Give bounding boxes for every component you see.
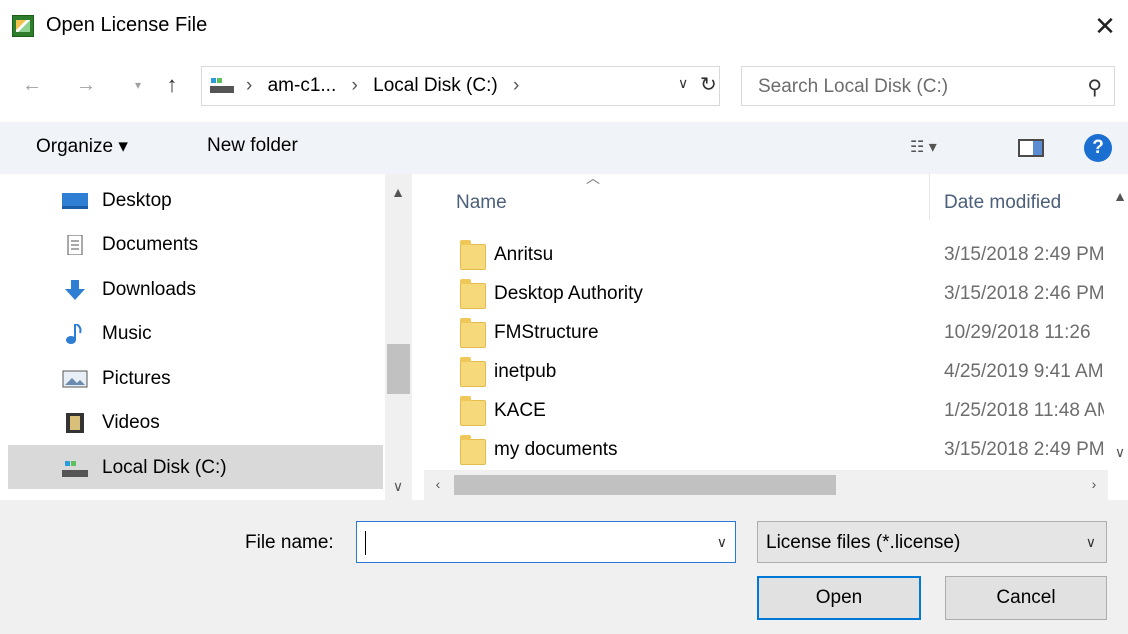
- file-list: ︿ Name Date modified Anritsu 3/15/2018 2…: [424, 170, 1128, 500]
- nav-scrollbar[interactable]: [385, 174, 412, 500]
- open-license-dialog: Open License File ✕ ← → ▾ ↑ › am-c1... ›…: [0, 0, 1128, 634]
- close-button[interactable]: ✕: [1090, 8, 1120, 44]
- file-name: inetpub: [494, 361, 557, 382]
- table-row[interactable]: Desktop Authority 3/15/2018 2:46 PM: [424, 277, 1104, 315]
- pictures-icon: [62, 370, 88, 388]
- horizontal-scrollbar-thumb[interactable]: [454, 475, 836, 495]
- forward-arrow-icon[interactable]: →: [74, 70, 98, 100]
- nav-item-videos[interactable]: Videos: [8, 400, 383, 444]
- nav-item-label: Music: [102, 323, 152, 344]
- navigation-row: ← → ▾ ↑ › am-c1... › Local Disk (C:) › ∨…: [0, 64, 1128, 110]
- title-bar: Open License File ✕: [0, 0, 1128, 52]
- open-button[interactable]: Open: [757, 576, 921, 620]
- file-name: KACE: [494, 400, 546, 421]
- column-header-date-modified[interactable]: Date modified: [944, 192, 1061, 214]
- file-date: 4/25/2019 9:41 AM: [944, 361, 1104, 382]
- nav-item-music[interactable]: Music: [8, 311, 383, 355]
- table-row[interactable]: FMStructure 10/29/2018 11:26: [424, 316, 1104, 354]
- file-date: 3/15/2018 2:46 PM: [944, 283, 1104, 304]
- file-type-value: License files (*.license): [766, 532, 961, 553]
- column-header-name[interactable]: Name: [456, 192, 507, 214]
- file-name: Desktop Authority: [494, 283, 643, 304]
- desktop-icon: [62, 193, 88, 209]
- nav-item-local-disk[interactable]: Local Disk (C:): [8, 445, 383, 489]
- drive-icon: [210, 78, 234, 93]
- file-name: FMStructure: [494, 322, 599, 343]
- address-dropdown-chevron-icon[interactable]: ∨: [678, 75, 688, 92]
- table-row[interactable]: my documents 3/15/2018 2:49 PM: [424, 433, 1104, 471]
- table-row[interactable]: inetpub 4/25/2019 9:41 AM: [424, 355, 1104, 393]
- file-name: my documents: [494, 439, 618, 460]
- app-icon: [12, 15, 34, 37]
- column-divider[interactable]: [929, 174, 930, 220]
- address-bar[interactable]: › am-c1... › Local Disk (C:) › ∨ ↻: [201, 66, 720, 106]
- file-date: 10/29/2018 11:26: [944, 322, 1091, 343]
- file-name-input[interactable]: ∨: [356, 521, 736, 563]
- file-list-horizontal-scrollbar[interactable]: ‹ ›: [424, 470, 1108, 500]
- folder-icon: [460, 318, 486, 348]
- navigation-pane: Desktop Documents Downloads Music Pictur…: [0, 174, 412, 500]
- recent-locations-chevron-icon[interactable]: ▾: [126, 70, 150, 100]
- new-folder-button[interactable]: New folder: [207, 135, 298, 157]
- nav-scrollbar-thumb[interactable]: [387, 344, 410, 394]
- dialog-footer: File name: ∨ License files (*.license) ∨…: [0, 500, 1128, 634]
- file-name-label: File name:: [245, 532, 334, 553]
- folder-icon: [460, 357, 486, 387]
- sort-ascending-icon: ︿: [586, 170, 600, 186]
- nav-item-documents[interactable]: Documents: [8, 222, 383, 266]
- nav-item-pictures[interactable]: Pictures: [8, 356, 383, 400]
- folder-icon: [460, 279, 486, 309]
- downloads-icon: [65, 280, 85, 300]
- file-date: 3/15/2018 2:49 PM: [944, 244, 1104, 265]
- file-list-vertical-scrollbar[interactable]: ▲ ∨: [1110, 174, 1128, 470]
- table-row[interactable]: KACE 1/25/2018 11:48 AM: [424, 394, 1104, 432]
- refresh-icon[interactable]: ↻: [700, 72, 717, 97]
- file-type-chevron-icon: ∨: [1085, 534, 1096, 550]
- file-name: Anritsu: [494, 244, 554, 265]
- scroll-up-icon[interactable]: ▲: [388, 184, 408, 200]
- nav-item-label: Pictures: [102, 368, 171, 389]
- text-caret: [365, 531, 366, 555]
- nav-item-label: Videos: [102, 412, 160, 433]
- table-row[interactable]: Anritsu 3/15/2018 2:49 PM: [424, 238, 1104, 276]
- search-input[interactable]: Search Local Disk (C:) ⚲: [741, 66, 1115, 106]
- file-name-dropdown-chevron-icon[interactable]: ∨: [717, 534, 727, 551]
- search-icon[interactable]: ⚲: [1087, 75, 1102, 100]
- nav-item-desktop[interactable]: Desktop: [8, 178, 383, 222]
- breadcrumb-item[interactable]: am-c1...: [268, 75, 337, 96]
- help-icon[interactable]: ?: [1084, 134, 1112, 162]
- music-icon: [66, 324, 82, 344]
- breadcrumb-item[interactable]: Local Disk (C:): [373, 75, 498, 96]
- file-date: 3/15/2018 2:49 PM: [944, 439, 1104, 460]
- scroll-up-icon[interactable]: ▲: [1110, 188, 1128, 204]
- window-title: Open License File: [46, 14, 208, 36]
- back-arrow-icon[interactable]: ←: [20, 70, 44, 100]
- preview-pane-icon[interactable]: [1018, 139, 1044, 157]
- organize-button[interactable]: Organize ▾: [36, 135, 128, 158]
- local-disk-icon: [62, 461, 88, 477]
- scroll-down-icon[interactable]: ∨: [388, 478, 408, 495]
- search-placeholder: Search Local Disk (C:): [758, 76, 949, 97]
- scroll-right-icon[interactable]: ›: [1084, 476, 1104, 492]
- nav-item-label: Downloads: [102, 279, 196, 300]
- folder-icon: [460, 435, 486, 465]
- videos-icon: [66, 413, 84, 433]
- scroll-down-icon[interactable]: ∨: [1110, 444, 1128, 461]
- cancel-button[interactable]: Cancel: [945, 576, 1107, 620]
- nav-item-label: Local Disk (C:): [102, 457, 227, 478]
- breadcrumb: › am-c1... › Local Disk (C:) ›: [246, 75, 520, 96]
- nav-item-label: Documents: [102, 234, 199, 255]
- folder-icon: [460, 396, 486, 426]
- nav-item-label: Desktop: [102, 190, 172, 211]
- up-arrow-icon[interactable]: ↑: [160, 70, 184, 100]
- command-toolbar: Organize ▾ New folder ☷ ▾ ?: [0, 122, 1128, 174]
- documents-icon: [67, 235, 83, 255]
- file-date: 1/25/2018 11:48 AM: [944, 400, 1104, 421]
- file-type-select[interactable]: License files (*.license) ∨: [757, 521, 1107, 563]
- view-options-icon[interactable]: ☷ ▾: [910, 137, 937, 157]
- scroll-left-icon[interactable]: ‹: [428, 476, 448, 492]
- nav-item-downloads[interactable]: Downloads: [8, 267, 383, 311]
- folder-icon: [460, 240, 486, 270]
